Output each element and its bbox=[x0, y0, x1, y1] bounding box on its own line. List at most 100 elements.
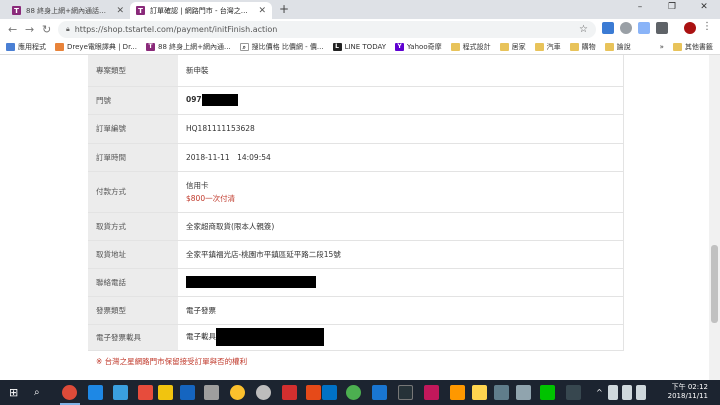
row-label: 取貨方式 bbox=[88, 212, 178, 241]
bookmarks-bar: 應用程式 Dreye電眼譯典 | Dr... T 88 終身上網+網內通... … bbox=[0, 40, 720, 55]
table-row: 專案類型 新申裝 bbox=[88, 55, 624, 87]
row-value: 電子載具 bbox=[186, 332, 216, 341]
app-icon[interactable] bbox=[346, 385, 361, 400]
system-clock[interactable]: 下午 02:12 2018/11/11 bbox=[668, 383, 708, 401]
apps-grid-icon bbox=[6, 43, 15, 51]
new-extension-icon[interactable] bbox=[602, 22, 614, 34]
extension-icon[interactable] bbox=[638, 22, 650, 34]
app-icon[interactable] bbox=[113, 385, 128, 400]
bookmarks-overflow-chevron[interactable]: » bbox=[660, 43, 664, 51]
redaction-block bbox=[201, 94, 238, 106]
einvoice-carrier-cell: 電子載具 bbox=[178, 324, 624, 351]
app-icon[interactable] bbox=[566, 385, 581, 400]
clock-time: 下午 02:12 bbox=[671, 383, 708, 391]
address-bar[interactable]: 🔒︎ https://shop.tstartel.com/payment/ini… bbox=[58, 21, 596, 38]
bookmark-star-icon[interactable]: ☆ bbox=[579, 24, 588, 35]
bookmark-folder-discussion[interactable]: 論說 bbox=[604, 42, 631, 52]
table-row: 取貨方式 全家超商取貨(限本人親簽) bbox=[88, 212, 624, 241]
table-row: 門號 097 bbox=[88, 86, 624, 115]
app-icon[interactable] bbox=[398, 385, 413, 400]
row-label: 聯絡電話 bbox=[88, 268, 178, 297]
reload-icon[interactable]: ↻ bbox=[42, 23, 51, 36]
tab-title: 訂單確認 | 網路門市 - 台灣之星T... bbox=[150, 6, 255, 15]
folder-icon bbox=[672, 43, 682, 51]
app-icon[interactable] bbox=[494, 385, 509, 400]
bookmark-apps[interactable]: 應用程式 bbox=[6, 42, 46, 52]
network-icon[interactable] bbox=[608, 385, 618, 400]
close-window-button[interactable]: ✕ bbox=[694, 2, 714, 12]
app-icon[interactable] bbox=[424, 385, 439, 400]
order-details-table: 專案類型 新申裝 門號 097 訂單編號 HQ181111153628 訂單時間… bbox=[88, 55, 624, 351]
page-content: 專案類型 新申裝 門號 097 訂單編號 HQ181111153628 訂單時間… bbox=[0, 55, 709, 380]
app-icon[interactable] bbox=[450, 385, 465, 400]
bookmark-dreye[interactable]: Dreye電眼譯典 | Dr... bbox=[55, 42, 137, 52]
row-label: 專案類型 bbox=[88, 55, 178, 87]
close-icon[interactable]: ✕ bbox=[258, 6, 266, 16]
volume-icon[interactable] bbox=[622, 385, 632, 400]
table-row: 訂單時間 2018-11-11 14:09:54 bbox=[88, 143, 624, 172]
outlook-icon[interactable] bbox=[322, 385, 337, 400]
payment-cell: 信用卡 $800一次付清 bbox=[178, 171, 624, 213]
tab-order-confirm[interactable]: T 訂單確認 | 網路門市 - 台灣之星T... ✕ bbox=[130, 2, 272, 19]
folder-icon bbox=[534, 43, 544, 51]
page-scrollbar[interactable] bbox=[709, 55, 720, 380]
app-icon[interactable] bbox=[158, 385, 173, 400]
ime-icon[interactable] bbox=[636, 385, 646, 400]
app-icon[interactable] bbox=[516, 385, 531, 400]
app-icon[interactable] bbox=[230, 385, 245, 400]
app-icon[interactable] bbox=[472, 385, 487, 400]
row-label: 門號 bbox=[88, 86, 178, 115]
table-row: 取貨地址 全家平鎮福光店-桃園市平鎮區延平路二段15號 bbox=[88, 240, 624, 269]
clock-date: 2018/11/11 bbox=[667, 392, 708, 400]
acrobat-icon[interactable] bbox=[282, 385, 297, 400]
line-icon[interactable] bbox=[540, 385, 555, 400]
maximize-button[interactable]: ❐ bbox=[662, 2, 682, 12]
menu-kebab-icon[interactable]: ⋮ bbox=[702, 22, 712, 34]
payment-amount: $800一次付清 bbox=[186, 193, 236, 203]
row-value: 電子發票 bbox=[178, 296, 624, 325]
back-arrow-icon[interactable]: ← bbox=[8, 23, 17, 36]
order-policy-note: ※ 台灣之星網路門市保留接受訂單與否的權利 bbox=[96, 357, 248, 366]
contact-phone-cell bbox=[178, 268, 624, 297]
redaction-block bbox=[186, 276, 316, 288]
table-row: 訂單編號 HQ181111153628 bbox=[88, 114, 624, 144]
windows-taskbar: ⊞ ⌕ ^ 下午 02:12 2018/11/11 bbox=[0, 380, 720, 405]
screenshot-extension-icon[interactable] bbox=[656, 22, 668, 34]
bookmark-folder-car[interactable]: 汽車 bbox=[534, 42, 561, 52]
forward-arrow-icon[interactable]: → bbox=[25, 23, 34, 36]
line-today-icon: L bbox=[332, 43, 342, 51]
bookmark-folder-programming[interactable]: 程式設計 bbox=[450, 42, 491, 52]
table-row: 電子發票載具 電子載具 bbox=[88, 324, 624, 351]
calculator-icon[interactable] bbox=[204, 385, 219, 400]
bookmark-folder-home[interactable]: 居家 bbox=[499, 42, 526, 52]
new-tab-button[interactable]: + bbox=[279, 2, 289, 16]
row-value: 全家平鎮福光店-桃園市平鎮區延平路二段15號 bbox=[178, 240, 624, 269]
row-label: 發票類型 bbox=[88, 296, 178, 325]
bookmark-yahoo[interactable]: Y Yahoo奇摩 bbox=[395, 42, 442, 52]
dreye-icon bbox=[55, 43, 64, 51]
row-value: HQ181111153628 bbox=[178, 114, 624, 144]
app-icon[interactable] bbox=[256, 385, 271, 400]
scrollbar-thumb[interactable] bbox=[711, 245, 718, 323]
bookmark-folder-other[interactable]: 其他書籤 bbox=[672, 42, 713, 52]
profile-avatar[interactable] bbox=[684, 22, 696, 34]
cloud-extension-icon[interactable] bbox=[620, 22, 632, 34]
close-icon[interactable]: ✕ bbox=[116, 6, 124, 16]
app-icon[interactable] bbox=[138, 385, 153, 400]
phone-number-cell: 097 bbox=[178, 86, 624, 115]
search-icon[interactable]: ⌕ bbox=[34, 385, 49, 400]
app-icon[interactable] bbox=[88, 385, 103, 400]
tstar-favicon-icon: T bbox=[12, 6, 21, 15]
chrome-icon[interactable] bbox=[62, 385, 77, 400]
bookmark-88-plan[interactable]: T 88 終身上網+網內通... bbox=[145, 42, 231, 52]
minimize-button[interactable]: – bbox=[630, 2, 650, 12]
tab-88-plan[interactable]: T 88 終身上網+網內通話吃到飽 - ... ✕ bbox=[6, 2, 130, 19]
internet-explorer-icon[interactable] bbox=[372, 385, 387, 400]
app-icon[interactable] bbox=[306, 385, 321, 400]
bookmark-line-today[interactable]: L LINE TODAY bbox=[332, 43, 386, 51]
windows-start-icon[interactable]: ⊞ bbox=[9, 385, 24, 400]
bookmark-folder-shopping[interactable]: 購物 bbox=[569, 42, 596, 52]
url-text: https://shop.tstartel.com/payment/initFi… bbox=[74, 25, 278, 34]
bookmark-price-compare[interactable]: ⌕ 搜比價格 比價網 - 價... bbox=[239, 42, 324, 52]
app-icon[interactable] bbox=[180, 385, 195, 400]
